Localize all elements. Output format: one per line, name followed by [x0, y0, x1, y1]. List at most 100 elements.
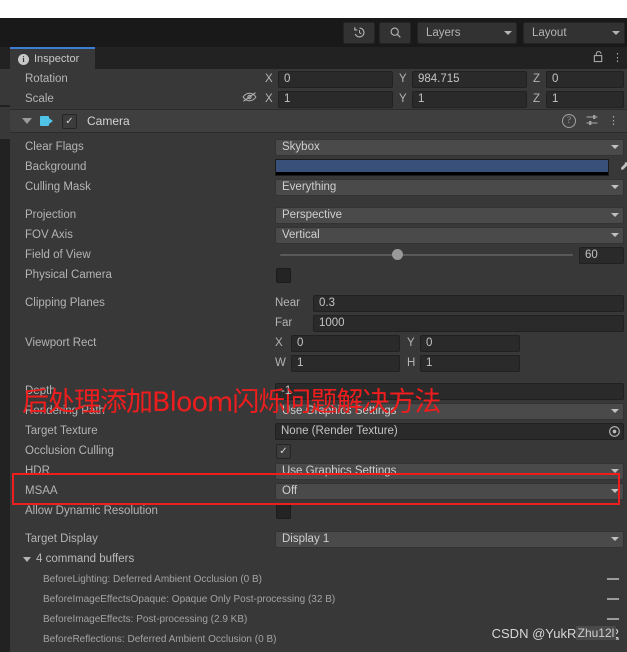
- fov-axis-label: FOV Axis: [25, 229, 73, 241]
- allow-dynamic-resolution-checkbox[interactable]: [276, 503, 291, 519]
- layers-label: Layers: [426, 26, 461, 39]
- near-label: Near: [275, 297, 300, 309]
- camera-icon: [40, 116, 53, 126]
- rotation-y-input[interactable]: 984.715: [412, 70, 527, 88]
- list-item[interactable]: BeforeImageEffectsOpaque: Opaque Only Po…: [10, 589, 627, 609]
- viewport-y-label: Y: [407, 337, 415, 349]
- minus-icon[interactable]: [607, 618, 619, 620]
- scale-x-axis-label: X: [265, 93, 273, 105]
- search-icon[interactable]: [379, 21, 411, 44]
- property-row-projection: Projection Perspective: [10, 205, 627, 225]
- layers-dropdown[interactable]: Layers: [417, 21, 517, 44]
- far-input[interactable]: 1000: [313, 314, 624, 332]
- inspector-tabbar: i Inspector ⋮: [0, 47, 627, 69]
- scale-label: Scale: [25, 93, 54, 105]
- scale-z-axis-label: Z: [533, 93, 541, 105]
- layout-dropdown[interactable]: Layout: [523, 21, 625, 44]
- rotation-x-input[interactable]: 0: [278, 70, 393, 88]
- culling-mask-dropdown[interactable]: Everything: [275, 178, 624, 196]
- projection-dropdown[interactable]: Perspective: [275, 206, 624, 224]
- watermark-overlay-text: Zhu12l: [575, 626, 617, 640]
- preset-icon[interactable]: [586, 114, 598, 128]
- scale-y-input[interactable]: 1: [412, 90, 527, 108]
- chevron-down-icon: [611, 233, 619, 237]
- property-row-culling-mask: Culling Mask Everything: [10, 177, 627, 197]
- target-display-label: Target Display: [25, 533, 98, 545]
- command-buffer-text: BeforeImageEffects: Post-processing (2.9…: [43, 613, 248, 625]
- property-row-rotation: Rotation X 0 Y 984.715 Z 0: [10, 69, 627, 89]
- viewport-y-input[interactable]: 0: [420, 334, 520, 352]
- unlocked-padlock-icon[interactable]: [593, 50, 604, 66]
- property-row-clear-flags: Clear Flags Skybox: [10, 137, 627, 157]
- viewport-rect-label: Viewport Rect: [25, 337, 97, 349]
- rotation-x-axis-label: X: [265, 73, 273, 85]
- inspector-body: Rotation X 0 Y 984.715 Z 0 Scale X 1 Y 1…: [0, 69, 627, 652]
- inspector-tabbar-actions: ⋮: [593, 50, 623, 66]
- chevron-down-icon: [611, 469, 619, 473]
- command-buffer-text: BeforeLighting: Deferred Ambient Occlusi…: [43, 573, 262, 585]
- field-of-view-slider[interactable]: [280, 248, 573, 262]
- property-row-field-of-view: Field of View 60: [10, 245, 627, 265]
- camera-component-name: Camera: [87, 114, 130, 128]
- culling-mask-value: Everything: [282, 181, 337, 193]
- fov-axis-dropdown[interactable]: Vertical: [275, 226, 624, 244]
- viewport-x-input[interactable]: 0: [291, 334, 400, 352]
- tab-inspector[interactable]: i Inspector: [10, 47, 96, 69]
- property-row-target-texture: Target Texture None (Render Texture): [10, 421, 627, 441]
- slider-handle[interactable]: [392, 249, 404, 260]
- property-row-physical-camera: Physical Camera: [10, 265, 627, 285]
- viewport-w-label: W: [275, 357, 286, 369]
- camera-component-header[interactable]: ✓ Camera ? ⋮: [10, 109, 627, 133]
- history-undo-glyph: [353, 27, 365, 38]
- target-display-dropdown[interactable]: Display 1: [275, 530, 624, 548]
- viewport-w-input[interactable]: 1: [291, 354, 400, 372]
- command-buffers-foldout[interactable]: 4 command buffers: [10, 549, 627, 569]
- property-row-scale: Scale X 1 Y 1 Z 1: [10, 89, 627, 109]
- object-picker-glyph: [608, 425, 620, 437]
- occlusion-culling-checkbox[interactable]: ✓: [276, 443, 291, 459]
- msaa-label: MSAA: [25, 485, 58, 497]
- target-texture-field[interactable]: None (Render Texture): [275, 422, 624, 440]
- scale-z-input[interactable]: 1: [546, 90, 624, 108]
- foldout-arrow-icon[interactable]: [23, 556, 31, 562]
- property-row-target-display: Target Display Display 1: [10, 529, 627, 549]
- kebab-menu-icon[interactable]: ⋮: [608, 115, 619, 128]
- scale-y-axis-label: Y: [399, 93, 407, 105]
- search-glyph: [390, 27, 401, 38]
- viewport-h-input[interactable]: 1: [420, 354, 520, 372]
- kebab-menu-icon[interactable]: ⋮: [612, 52, 623, 65]
- viewport-x-label: X: [275, 337, 283, 349]
- padlock-glyph: [593, 51, 603, 63]
- msaa-value: Off: [282, 485, 298, 497]
- eye-slash-icon[interactable]: [242, 90, 257, 108]
- viewport-h-label: H: [407, 357, 416, 369]
- property-row-background: Background: [10, 157, 627, 177]
- clear-flags-dropdown[interactable]: Skybox: [275, 138, 624, 156]
- help-icon[interactable]: ?: [562, 114, 576, 128]
- rotation-z-axis-label: Z: [533, 73, 541, 85]
- clear-flags-label: Clear Flags: [25, 141, 84, 153]
- hdr-dropdown[interactable]: Use Graphics Settings: [275, 462, 624, 480]
- clear-flags-value: Skybox: [282, 141, 320, 153]
- field-of-view-input[interactable]: 60: [579, 246, 624, 264]
- foldout-arrow-icon[interactable]: [22, 118, 32, 124]
- minus-icon[interactable]: [607, 598, 619, 600]
- rotation-z-input[interactable]: 0: [546, 70, 624, 88]
- list-item[interactable]: BeforeLighting: Deferred Ambient Occlusi…: [10, 569, 627, 589]
- preset-glyph: [586, 115, 598, 125]
- near-input[interactable]: 0.3: [313, 294, 624, 312]
- field-of-view-label: Field of View: [25, 249, 91, 261]
- object-picker-icon[interactable]: [606, 423, 622, 439]
- property-row-msaa: MSAA Off: [10, 481, 627, 501]
- eyedropper-icon[interactable]: [619, 160, 627, 175]
- background-color-swatch[interactable]: [275, 158, 609, 176]
- minus-icon[interactable]: [607, 578, 619, 580]
- history-undo-icon[interactable]: [343, 21, 375, 44]
- scale-x-input[interactable]: 1: [278, 90, 393, 108]
- adjacent-panel-strip: [0, 69, 11, 652]
- camera-header-actions: ? ⋮: [562, 114, 619, 128]
- camera-enabled-checkbox[interactable]: ✓: [62, 113, 77, 129]
- info-icon: i: [18, 53, 29, 65]
- msaa-dropdown[interactable]: Off: [275, 482, 624, 500]
- physical-camera-checkbox[interactable]: [276, 267, 291, 283]
